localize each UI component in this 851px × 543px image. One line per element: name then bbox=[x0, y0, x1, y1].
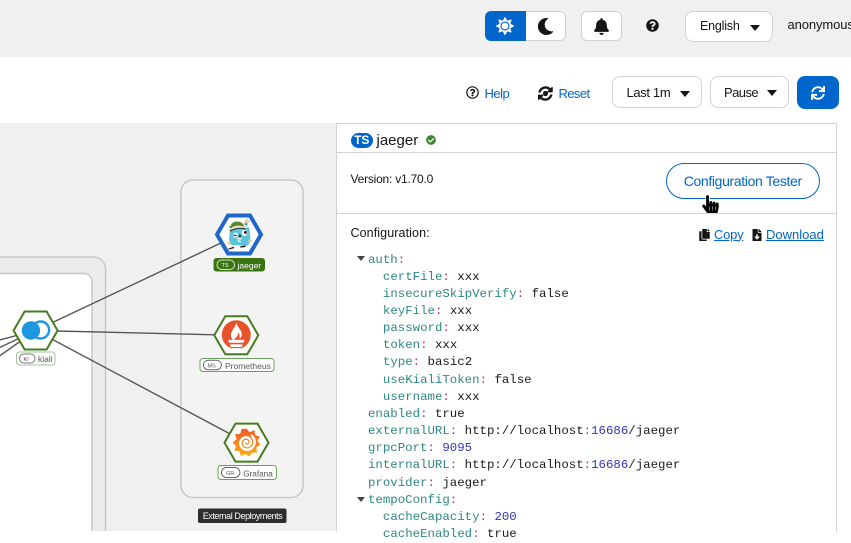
svg-text:GR: GR bbox=[226, 471, 234, 477]
svg-text:KI: KI bbox=[24, 357, 30, 363]
svg-text:kiali: kiali bbox=[38, 354, 53, 364]
svg-text:Grafana: Grafana bbox=[243, 469, 273, 478]
svg-text:External Deployments: External Deployments bbox=[203, 511, 284, 521]
svg-text:MS: MS bbox=[208, 363, 217, 369]
svg-text:jaeger: jaeger bbox=[237, 260, 262, 270]
svg-text:TS: TS bbox=[222, 263, 229, 269]
svg-text:Prometheus: Prometheus bbox=[225, 361, 271, 371]
